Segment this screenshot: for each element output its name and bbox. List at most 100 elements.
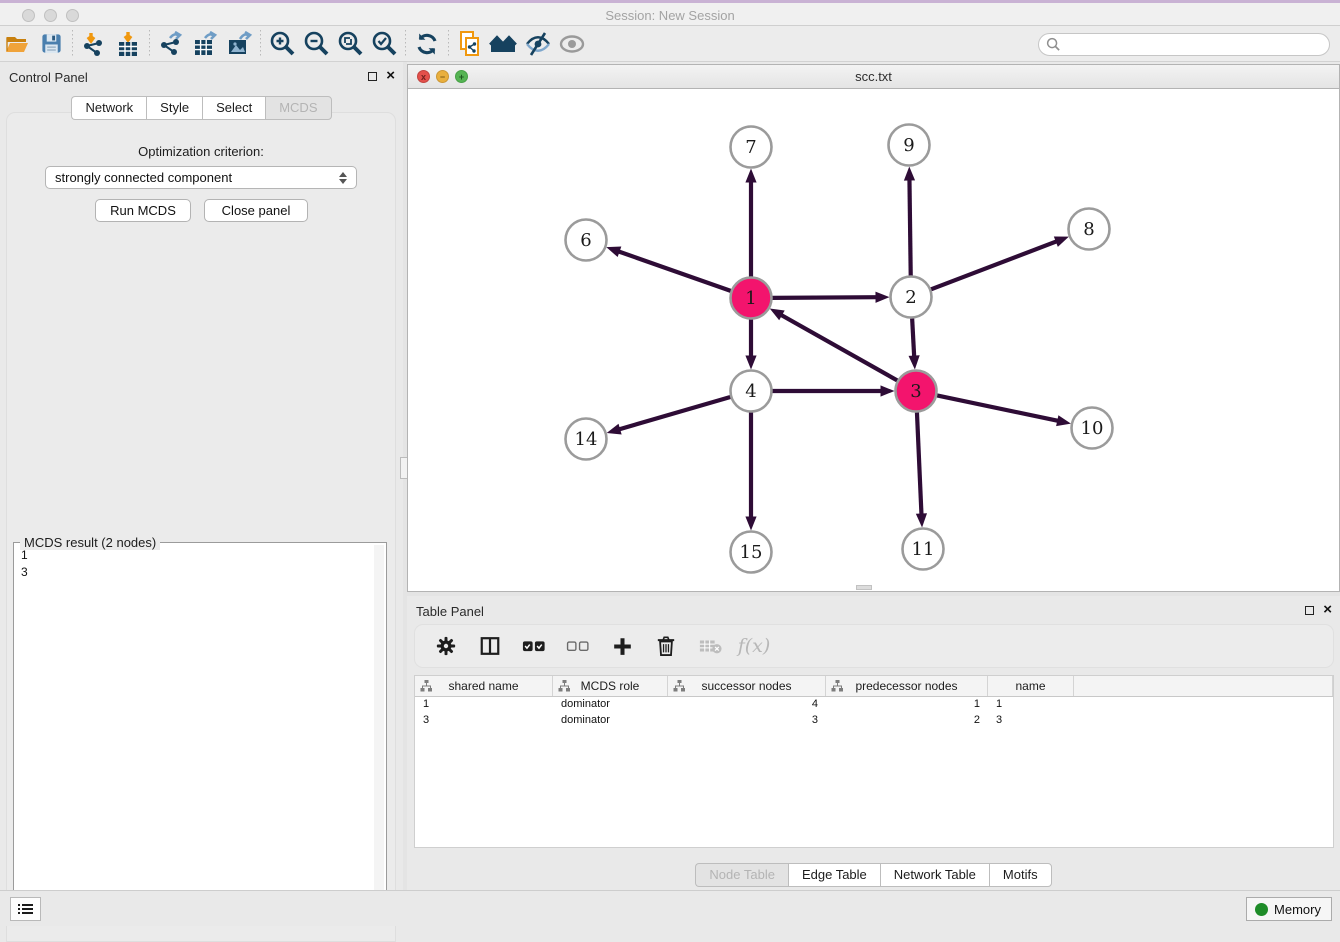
- cell-predecessor-nodes[interactable]: 1: [826, 697, 988, 713]
- table-row[interactable]: 1 dominator 4 1 1: [415, 697, 1333, 713]
- graph-edge-3-10[interactable]: [937, 395, 1059, 421]
- graph-arrowhead: [745, 517, 756, 531]
- table-settings-button[interactable]: [431, 630, 461, 662]
- column-header-shared-name[interactable]: shared name: [415, 676, 553, 696]
- tab-node-table[interactable]: Node Table: [695, 863, 788, 887]
- network-canvas[interactable]: 7968124314101511: [408, 89, 1339, 591]
- cell-predecessor-nodes[interactable]: 2: [826, 713, 988, 729]
- table-toolbar: f(x): [414, 624, 1334, 668]
- tab-edge-table[interactable]: Edge Table: [788, 863, 880, 887]
- search-input[interactable]: [1061, 35, 1321, 54]
- close-panel-icon[interactable]: ×: [386, 69, 395, 83]
- criterion-select[interactable]: strongly connected component: [45, 166, 357, 189]
- hierarchy-icon: [673, 680, 686, 692]
- column-header-predecessor-nodes[interactable]: predecessor nodes: [826, 676, 988, 696]
- tab-style[interactable]: Style: [146, 96, 202, 120]
- tab-motifs[interactable]: Motifs: [989, 863, 1052, 887]
- zoom-fit-button[interactable]: [333, 28, 367, 60]
- task-history-button[interactable]: [10, 897, 41, 921]
- zoom-selected-button[interactable]: [367, 28, 401, 60]
- memory-button[interactable]: Memory: [1246, 897, 1332, 921]
- select-all-button[interactable]: [519, 630, 549, 662]
- gear-icon: [435, 635, 457, 657]
- import-table-button[interactable]: [111, 28, 145, 60]
- graph-edge-2-3[interactable]: [912, 318, 914, 357]
- column-header-mcds-role[interactable]: MCDS role: [553, 676, 668, 696]
- cell-mcds-role[interactable]: dominator: [553, 697, 668, 713]
- float-panel-icon[interactable]: [368, 72, 377, 81]
- column-header-successor-nodes[interactable]: successor nodes: [668, 676, 826, 696]
- graph-arrowhead: [606, 246, 621, 257]
- graph-node-label: 9: [903, 135, 914, 156]
- cell-shared-name[interactable]: 3: [415, 713, 553, 729]
- mcds-result-text[interactable]: 1 3: [17, 547, 372, 916]
- refresh-button[interactable]: [410, 28, 444, 60]
- float-table-panel-icon[interactable]: [1305, 606, 1314, 615]
- table-panel-title: Table Panel: [416, 604, 484, 619]
- node-table: shared name MCDS role successor nodes pr…: [414, 675, 1334, 848]
- close-table-panel-icon[interactable]: ×: [1323, 603, 1332, 617]
- cell-successor-nodes[interactable]: 3: [668, 713, 826, 729]
- show-column-panel-button[interactable]: [475, 630, 505, 662]
- graph-edge-2-9[interactable]: [909, 178, 910, 275]
- graph-edge-3-11[interactable]: [917, 412, 922, 515]
- tab-mcds[interactable]: MCDS: [265, 96, 331, 120]
- cell-shared-name[interactable]: 1: [415, 697, 553, 713]
- save-session-button[interactable]: [34, 28, 68, 60]
- control-panel-tabs: Network Style Select MCDS: [0, 96, 403, 120]
- toolbar-separator: [448, 30, 449, 58]
- clone-network-button[interactable]: [453, 28, 487, 60]
- run-mcds-button[interactable]: Run MCDS: [95, 199, 191, 222]
- import-network-button[interactable]: [77, 28, 111, 60]
- graph-edge-2-8[interactable]: [931, 241, 1058, 289]
- graph-node-label: 10: [1081, 418, 1104, 439]
- window-title: Session: New Session: [0, 8, 1340, 23]
- close-panel-button[interactable]: Close panel: [204, 199, 308, 222]
- graph-node-label: 7: [745, 137, 756, 158]
- delete-column-button[interactable]: [651, 630, 681, 662]
- graph-edge-3-1[interactable]: [780, 314, 897, 380]
- open-session-button[interactable]: [0, 28, 34, 60]
- search-icon: [1046, 37, 1061, 52]
- home-layout-button[interactable]: [487, 28, 521, 60]
- graph-edge-4-14[interactable]: [618, 397, 730, 430]
- trash-icon: [656, 635, 676, 657]
- zoom-fit-icon: [337, 30, 364, 57]
- tab-select[interactable]: Select: [202, 96, 265, 120]
- columns-icon: [479, 635, 501, 657]
- column-header-name[interactable]: name: [988, 676, 1074, 696]
- cell-name[interactable]: 1: [988, 697, 1074, 713]
- graph-arrowhead: [875, 292, 889, 303]
- cell-mcds-role[interactable]: dominator: [553, 713, 668, 729]
- show-details-button[interactable]: [555, 28, 589, 60]
- deselect-all-button[interactable]: [563, 630, 593, 662]
- delete-table-button[interactable]: [695, 630, 725, 662]
- graph-node-label: 15: [740, 542, 763, 563]
- graph-edge-1-2[interactable]: [772, 297, 877, 298]
- graph-arrowhead: [916, 513, 927, 527]
- result-scrollbar[interactable]: [374, 545, 384, 918]
- search-field[interactable]: [1038, 33, 1330, 56]
- canvas-resize-grip[interactable]: [856, 585, 872, 590]
- toolbar-separator: [260, 30, 261, 58]
- table-row[interactable]: 3 dominator 3 2 3: [415, 713, 1333, 729]
- cell-name[interactable]: 3: [988, 713, 1074, 729]
- function-builder-button[interactable]: f(x): [739, 630, 769, 662]
- select-stepper-icon: [334, 172, 352, 184]
- mcds-panel-body: Optimization criterion: strongly connect…: [6, 112, 396, 942]
- status-bar: Memory: [0, 890, 1340, 926]
- zoom-out-icon: [303, 30, 330, 57]
- create-column-button[interactable]: [607, 630, 637, 662]
- export-image-button[interactable]: [222, 28, 256, 60]
- graph-edge-1-6[interactable]: [618, 251, 731, 291]
- cell-successor-nodes[interactable]: 4: [668, 697, 826, 713]
- export-table-button[interactable]: [188, 28, 222, 60]
- export-network-button[interactable]: [154, 28, 188, 60]
- zoom-in-button[interactable]: [265, 28, 299, 60]
- zoom-out-button[interactable]: [299, 28, 333, 60]
- list-icon: [18, 902, 33, 916]
- tab-network[interactable]: Network: [71, 96, 146, 120]
- hide-details-button[interactable]: [521, 28, 555, 60]
- tab-network-table[interactable]: Network Table: [880, 863, 989, 887]
- graph-arrowhead: [904, 166, 915, 180]
